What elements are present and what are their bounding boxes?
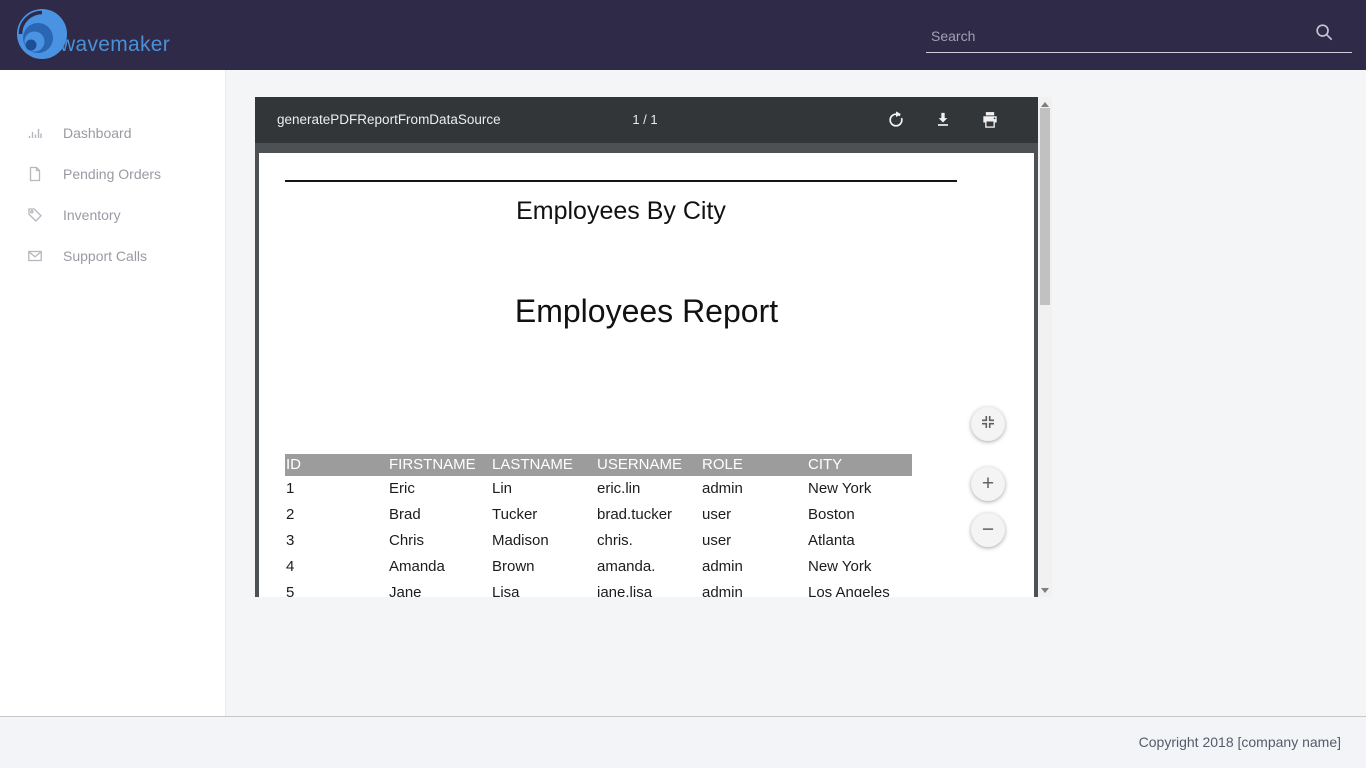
rotate-clockwise-icon[interactable]: [886, 110, 906, 130]
table-cell: user: [701, 528, 807, 554]
table-cell: Brown: [491, 554, 596, 580]
table-row: 2 Brad Tucker brad.tucker user Boston: [285, 502, 912, 528]
tag-icon: [27, 207, 43, 223]
table-header-row: ID FIRSTNAME LASTNAME USERNAME ROLE CITY: [285, 454, 912, 476]
print-icon[interactable]: [980, 110, 1000, 130]
document-title: Employees Report: [259, 293, 1034, 330]
scroll-down-button[interactable]: [1038, 583, 1052, 597]
app-logo[interactable]: wavemaker: [14, 6, 170, 67]
table-cell: admin: [701, 580, 807, 597]
table-cell: jane.lisa: [596, 580, 701, 597]
sidebar-item-dashboard[interactable]: Dashboard: [0, 112, 225, 153]
table-cell: amanda.: [596, 554, 701, 580]
table-cell: user: [701, 502, 807, 528]
table-cell: Madison: [491, 528, 596, 554]
pdf-scrollbar: [1038, 97, 1052, 597]
document-divider: [285, 180, 957, 182]
logo-text: wavemaker: [60, 33, 170, 57]
fit-to-page-icon: [980, 412, 996, 436]
table-cell: Lin: [491, 476, 596, 502]
table-cell: Boston: [807, 502, 911, 528]
envelope-icon: [27, 248, 43, 264]
table-row: 5 Jane Lisa jane.lisa admin Los Angeles: [285, 580, 912, 597]
app-footer: Copyright 2018 [company name]: [0, 716, 1366, 768]
table-row: 3 Chris Madison chris. user Atlanta: [285, 528, 912, 554]
employees-table: ID FIRSTNAME LASTNAME USERNAME ROLE CITY…: [285, 454, 912, 597]
bar-chart-icon: [27, 125, 43, 141]
pdf-toolbar-actions: [886, 97, 1038, 143]
pdf-body: Employees By City Employees Report ID FI…: [255, 143, 1038, 597]
table-row: 1 Eric Lin eric.lin admin New York: [285, 476, 912, 502]
sidebar-item-label: Support Calls: [63, 248, 147, 264]
table-cell: eric.lin: [596, 476, 701, 502]
scrollbar-thumb[interactable]: [1040, 108, 1050, 305]
search-box: [926, 0, 1352, 53]
table-cell: Jane: [388, 580, 491, 597]
sidebar-item-label: Inventory: [63, 207, 121, 223]
app-header: wavemaker: [0, 0, 1366, 70]
table-cell: Los Angeles: [807, 580, 911, 597]
sidebar-item-pending-orders[interactable]: Pending Orders: [0, 153, 225, 194]
pdf-toolbar: generatePDFReportFromDataSource 1 / 1: [255, 97, 1038, 143]
table-cell: chris.: [596, 528, 701, 554]
document-icon: [27, 166, 43, 182]
table-cell: Lisa: [491, 580, 596, 597]
table-cell: New York: [807, 554, 911, 580]
copyright-text: Copyright 2018 [company name]: [1139, 734, 1341, 750]
sidebar: Dashboard Pending Orders Inventory: [0, 70, 226, 716]
pdf-page: Employees By City Employees Report ID FI…: [259, 153, 1034, 597]
sidebar-item-label: Pending Orders: [63, 166, 161, 182]
table-cell: Eric: [388, 476, 491, 502]
zoom-in-button[interactable]: +: [971, 467, 1005, 501]
table-cell: Amanda: [388, 554, 491, 580]
column-header: CITY: [807, 454, 911, 476]
table-cell: Atlanta: [807, 528, 911, 554]
sidebar-item-inventory[interactable]: Inventory: [0, 194, 225, 235]
minus-icon: −: [982, 518, 994, 542]
table-cell: 1: [285, 476, 388, 502]
sidebar-item-label: Dashboard: [63, 125, 132, 141]
triangle-up-icon: [1041, 102, 1049, 107]
table-cell: admin: [701, 554, 807, 580]
column-header: FIRSTNAME: [388, 454, 491, 476]
triangle-down-icon: [1041, 588, 1049, 593]
table-cell: Chris: [388, 528, 491, 554]
content-area: Dashboard Pending Orders Inventory: [0, 70, 1366, 716]
pdf-viewer: generatePDFReportFromDataSource 1 / 1: [255, 97, 1052, 597]
download-icon[interactable]: [933, 110, 953, 130]
document-subtitle: Employees By City: [285, 197, 957, 226]
table-cell: 2: [285, 502, 388, 528]
column-header: ROLE: [701, 454, 807, 476]
plus-icon: +: [982, 472, 994, 496]
table-cell: Tucker: [491, 502, 596, 528]
table-row: 4 Amanda Brown amanda. admin New York: [285, 554, 912, 580]
table-cell: 4: [285, 554, 388, 580]
table-cell: 3: [285, 528, 388, 554]
column-header: ID: [285, 454, 388, 476]
column-header: LASTNAME: [491, 454, 596, 476]
sidebar-item-support-calls[interactable]: Support Calls: [0, 235, 225, 276]
table-cell: admin: [701, 476, 807, 502]
table-cell: New York: [807, 476, 911, 502]
search-icon[interactable]: [1314, 22, 1334, 42]
fit-to-page-button[interactable]: [971, 407, 1005, 441]
zoom-out-button[interactable]: −: [971, 513, 1005, 547]
table-cell: brad.tucker: [596, 502, 701, 528]
search-input[interactable]: [931, 28, 1281, 44]
table-cell: 5: [285, 580, 388, 597]
table-cell: Brad: [388, 502, 491, 528]
column-header: USERNAME: [596, 454, 701, 476]
main-panel: generatePDFReportFromDataSource 1 / 1: [226, 70, 1366, 716]
